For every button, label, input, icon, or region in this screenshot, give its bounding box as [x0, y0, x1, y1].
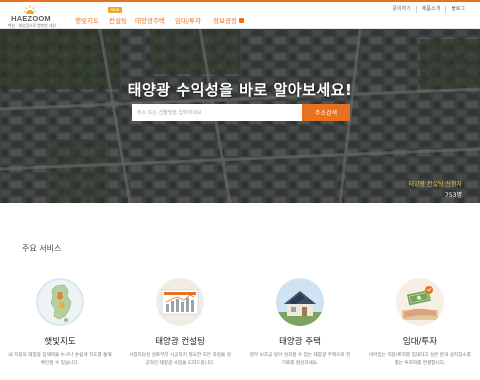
service-title: 햇빛지도 — [44, 337, 76, 347]
service-description: 비어있는 지붕/토지를 임대하고 싶은 분과 설치장소를 찾는 투자자를 연결합… — [369, 353, 471, 366]
address-search-input[interactable] — [132, 104, 302, 121]
nav-item-consulting[interactable]: 컨설팅 — [109, 15, 127, 25]
utility-links: 문의하기 제품소개 블로그 — [387, 6, 470, 13]
consulting-chart-icon — [156, 278, 204, 326]
service-card-lease-invest[interactable]: 임대/투자 비어있는 지붕/토지를 임대하고 싶은 분과 설치장소를 찾는 투자… — [360, 268, 480, 380]
util-link-products[interactable]: 제품소개 — [415, 6, 445, 13]
stat-value: 753명 — [445, 192, 462, 199]
money-hand-icon — [396, 278, 444, 326]
new-badge: NEW — [108, 7, 122, 13]
service-title: 태양광 주택 — [279, 337, 321, 347]
external-link-icon — [238, 18, 244, 23]
service-card-sunlight-map[interactable]: 햇빛지도 내 지붕의 태양광 잠재력을 누구나 손쉽게 지도를 통해 확인할 수… — [0, 268, 120, 380]
logo[interactable]: HAEZOOM 햇살 · 태양광으로 행복한 세상 — [8, 5, 56, 29]
nav-item-sunlight-map[interactable]: 햇빛지도 — [75, 15, 99, 25]
service-description: 사업타당성 검토부터 시공까지 필요한 모든 과정을 성공적인 태양광 사업을 … — [129, 353, 231, 366]
hero-banner: 태양광 수익성을 바로 알아보세요! 주소검색 태양광 컨설팅 신청자 753명 — [0, 29, 480, 203]
nav-item-lease-invest[interactable]: 임대/투자 — [175, 15, 201, 25]
address-search: 주소검색 — [132, 104, 350, 121]
util-link-blog[interactable]: 블로그 — [445, 6, 470, 13]
korea-map-icon — [36, 278, 84, 326]
service-description: 정부 보조금 받아 설치할 수 있는 태양광 주택으로 전기료를 절감하세요. — [249, 353, 351, 366]
nav-item-info-plaza[interactable]: 정보광장 — [213, 15, 244, 25]
sun-logo-icon — [24, 5, 36, 14]
consulting-applicant-stat: 태양광 컨설팅 신청자 753명 — [409, 179, 463, 199]
service-card-solar-house[interactable]: 태양광 주택 정부 보조금 받아 설치할 수 있는 태양광 주택으로 전기료를 … — [240, 268, 360, 380]
section-title: 주요 서비스 — [22, 244, 62, 253]
service-list: 햇빛지도 내 지붕의 태양광 잠재력을 누구나 손쉽게 지도를 통해 확인할 수… — [0, 268, 480, 380]
hero-title: 태양광 수익성을 바로 알아보세요! — [127, 81, 353, 99]
brand-name: HAEZOOM — [11, 14, 51, 23]
service-description: 내 지붕의 태양광 잠재력을 누구나 손쉽게 지도를 통해 확인할 수 있습니다… — [8, 353, 112, 366]
service-card-consulting[interactable]: 태양광 컨설팅 사업타당성 검토부터 시공까지 필요한 모든 과정을 성공적인 … — [120, 268, 240, 380]
address-search-button[interactable]: 주소검색 — [302, 104, 350, 121]
service-title: 태양광 컨설팅 — [155, 337, 205, 347]
nav-item-info-label: 정보광장 — [213, 17, 237, 25]
solar-house-icon — [276, 278, 324, 326]
nav-item-solar-house[interactable]: 태양광주택 — [135, 15, 165, 25]
util-link-inquiry[interactable]: 문의하기 — [387, 6, 415, 13]
service-title: 임대/투자 — [402, 337, 438, 347]
site-header: HAEZOOM 햇살 · 태양광으로 행복한 세상 햇빛지도 컨설팅 태양광주택… — [0, 2, 480, 29]
stat-label: 태양광 컨설팅 신청자 — [408, 181, 463, 188]
